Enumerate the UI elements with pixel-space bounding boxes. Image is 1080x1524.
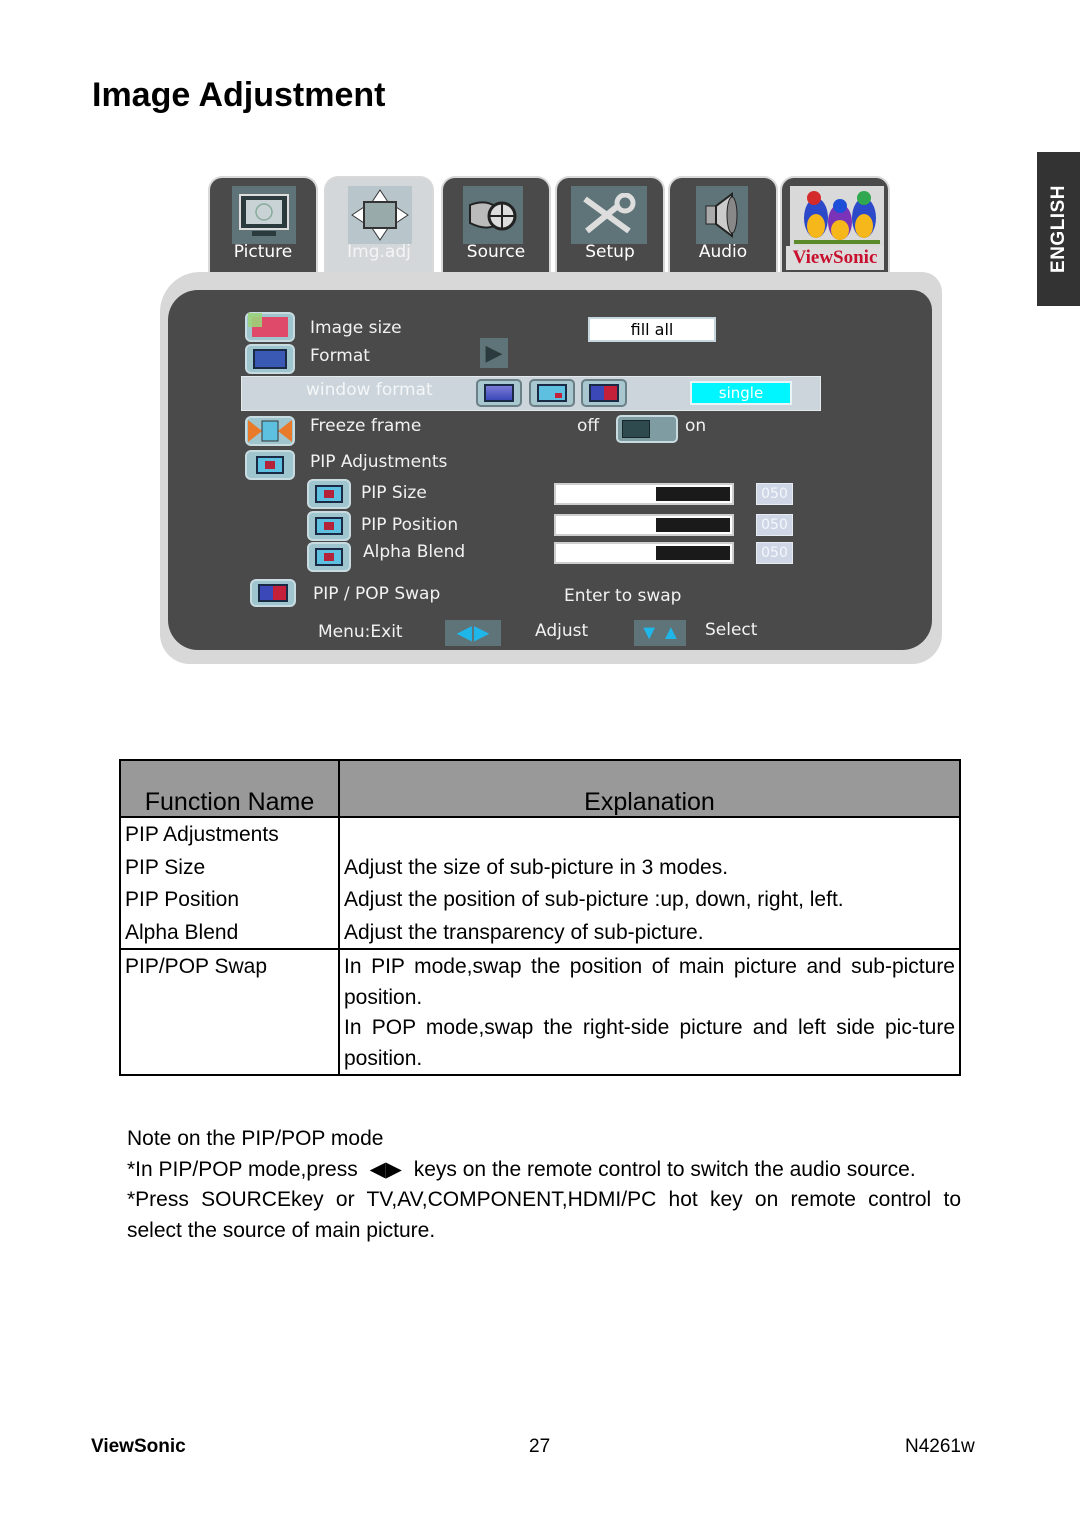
freeze-off-label: off: [577, 416, 600, 436]
function-name: Alpha Blend: [119, 915, 340, 950]
alpha-blend-label: Alpha Blend: [363, 542, 466, 562]
tab-audio[interactable]: Audio: [668, 176, 778, 272]
viewsonic-logo-text: ViewSonic: [786, 246, 884, 270]
tab-label: Setup: [585, 242, 635, 262]
pip-adjustments-icon: [245, 450, 295, 480]
tab-label: Audio: [698, 242, 748, 262]
function-name: PIP Size: [119, 850, 340, 883]
menu-exit-hint: Menu:Exit: [318, 622, 403, 642]
page-number: 27: [529, 1436, 551, 1457]
freeze-on-label: on: [685, 416, 707, 436]
format-icon: [245, 344, 295, 374]
pip-position-label: PIP Position: [361, 515, 459, 535]
function-name: PIP Adjustments: [119, 817, 340, 851]
function-explanation: In PIP mode,swap the position of main pi…: [338, 949, 961, 1076]
footer-brand: ViewSonic: [91, 1436, 186, 1457]
note-text: keys on the remote control to switch the…: [413, 1157, 916, 1181]
function-name: PIP/POP Swap: [119, 949, 340, 1076]
table-row: PIP/POP Swap In PIP mode,swap the positi…: [119, 949, 961, 1076]
speaker-icon: [696, 186, 748, 244]
function-explanation: Adjust the position of sub-picture :up, …: [338, 883, 961, 916]
tab-setup[interactable]: Setup: [555, 176, 665, 272]
tab-source[interactable]: Source: [441, 176, 551, 272]
select-hint: Select: [705, 620, 758, 640]
tab-label: Source: [466, 242, 526, 262]
adjust-hint: Adjust: [535, 621, 589, 641]
window-format-label: window format: [306, 380, 433, 400]
pip-position-slider[interactable]: [554, 514, 734, 536]
explanation-paragraph: In PIP mode,swap the position of main pi…: [344, 955, 955, 1009]
function-explanation: Adjust the size of sub-picture in 3 mode…: [338, 850, 961, 883]
function-explanation: [338, 817, 961, 851]
column-header: Explanation: [338, 759, 961, 818]
pip-pop-swap-icon: [250, 579, 296, 607]
up-down-arrows-icon: ▼ ▲: [634, 620, 686, 646]
freeze-frame-icon: [245, 416, 295, 446]
pip-size-icon: [307, 479, 351, 509]
pip-size-slider[interactable]: [554, 483, 734, 505]
note-text: *In PIP/POP mode,press: [127, 1157, 358, 1181]
function-table: Function Name Explanation PIP Adjustment…: [119, 759, 961, 1076]
left-right-keys-icon: ◀▶: [369, 1157, 402, 1181]
pip-position-icon: [307, 511, 351, 541]
pip-pop-notes: Note on the PIP/POP mode *In PIP/POP mod…: [127, 1124, 961, 1246]
pip-adjustments-label: PIP Adjustments: [310, 452, 448, 472]
tab-label: Img.adj: [347, 242, 411, 262]
tab-picture[interactable]: Picture: [208, 176, 318, 272]
tab-img-adj[interactable]: Img.adj: [324, 176, 434, 272]
language-tab: ENGLISH: [1037, 152, 1080, 306]
monitor-icon: [232, 186, 296, 244]
alpha-blend-icon: [307, 542, 351, 572]
tools-icon: [571, 186, 647, 244]
table-row: PIP Size Adjust the size of sub-picture …: [119, 850, 961, 883]
function-name: PIP Position: [119, 883, 340, 916]
alpha-blend-value: 050: [756, 542, 793, 564]
window-format-value[interactable]: single: [690, 381, 792, 405]
tab-label: Picture: [233, 242, 293, 262]
image-adjust-arrows-icon: [348, 186, 412, 244]
pip-pop-swap-label: PIP / POP Swap: [313, 584, 441, 604]
table-header-row: Function Name Explanation: [119, 759, 961, 818]
function-explanation: Adjust the transparency of sub-picture.: [338, 915, 961, 950]
language-label: ENGLISH: [1047, 185, 1069, 273]
window-format-pop-icon[interactable]: [581, 379, 627, 407]
page-title: Image Adjustment: [92, 76, 386, 114]
tab-viewsonic[interactable]: ViewSonic: [780, 176, 890, 272]
model-number: N4261w: [905, 1436, 975, 1457]
pip-position-value: 050: [756, 514, 793, 536]
image-size-value[interactable]: fill all: [588, 317, 716, 342]
notes-title: Note on the PIP/POP mode: [127, 1127, 384, 1150]
note-source-select: *Press SOURCEkey or TV,AV,COMPONENT,HDMI…: [127, 1188, 961, 1242]
image-size-icon: [245, 312, 295, 342]
menu-item-window-format[interactable]: window format single: [241, 376, 821, 411]
explanation-paragraph: In POP mode,swap the right-side picture …: [344, 1016, 955, 1070]
note-audio-switch: *In PIP/POP mode,press ◀▶ keys on the re…: [127, 1155, 961, 1186]
window-format-single-icon[interactable]: [476, 379, 522, 407]
freeze-frame-toggle[interactable]: [616, 415, 678, 443]
format-label: Format: [310, 346, 370, 366]
pip-pop-swap-hint: Enter to swap: [564, 586, 682, 606]
table-row: PIP Adjustments: [119, 817, 961, 851]
pip-size-label: PIP Size: [361, 483, 427, 503]
alpha-blend-slider[interactable]: [554, 542, 734, 564]
viewsonic-birds-logo: [790, 186, 884, 246]
freeze-frame-label: Freeze frame: [310, 416, 422, 436]
image-size-label: Image size: [310, 318, 402, 338]
left-right-arrows-icon: ◀ ▶: [445, 620, 501, 646]
toggle-knob: [622, 420, 650, 438]
window-format-pip-icon[interactable]: [529, 379, 575, 407]
play-arrow-icon[interactable]: ▶: [480, 338, 508, 368]
source-connector-icon: [463, 186, 523, 244]
table-row: Alpha Blend Adjust the transparency of s…: [119, 915, 961, 950]
pip-size-value: 050: [756, 483, 793, 505]
column-header: Function Name: [119, 759, 340, 818]
table-row: PIP Position Adjust the position of sub-…: [119, 883, 961, 916]
